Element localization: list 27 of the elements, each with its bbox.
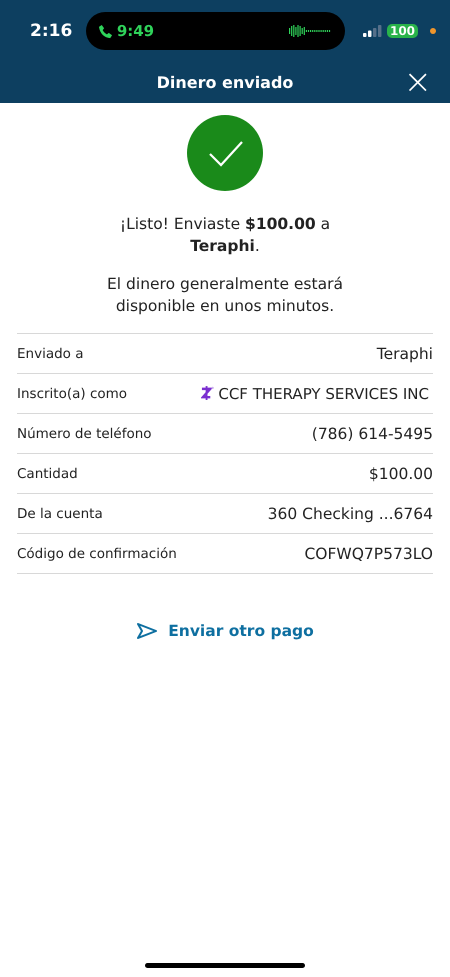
detail-label: Número de teléfono (17, 426, 152, 442)
detail-label: De la cuenta (17, 506, 103, 522)
call-pill[interactable]: 9:49 (86, 12, 346, 50)
success-message: ¡Listo! Enviaste $100.00 a Teraphi. (118, 214, 332, 257)
detail-value: Teraphi (376, 344, 433, 362)
detail-label: Código de confirmación (17, 546, 177, 562)
battery-indicator: 100 (386, 24, 418, 38)
detail-value: (786) 614-5495 (312, 424, 433, 442)
detail-label: Enviado a (17, 346, 84, 362)
availability-note: El dinero generalmente estará disponible en unos minutos. (106, 274, 344, 317)
phone-icon (98, 24, 113, 38)
success-check-icon (187, 115, 263, 191)
detail-label: Inscrito(a) como (17, 386, 128, 402)
close-button[interactable]: × (400, 65, 436, 99)
detail-value: CCF THERAPY SERVICES INC (218, 384, 429, 402)
send-icon (136, 622, 158, 640)
signal-icon (363, 25, 383, 37)
zelle-icon (201, 386, 214, 401)
detail-value: $100.00 (368, 464, 433, 482)
send-another-link[interactable]: Enviar otro pago (136, 622, 314, 640)
detail-label: Cantidad (17, 466, 78, 482)
detail-value: COFWQ7P573LO (304, 544, 433, 562)
waveform-icon (289, 24, 332, 38)
status-time: 2:16 (30, 21, 74, 41)
privacy-dot (430, 28, 436, 34)
detail-value: 360 Checking ...6764 (268, 504, 433, 522)
screen-title: Dinero enviado (156, 73, 294, 92)
